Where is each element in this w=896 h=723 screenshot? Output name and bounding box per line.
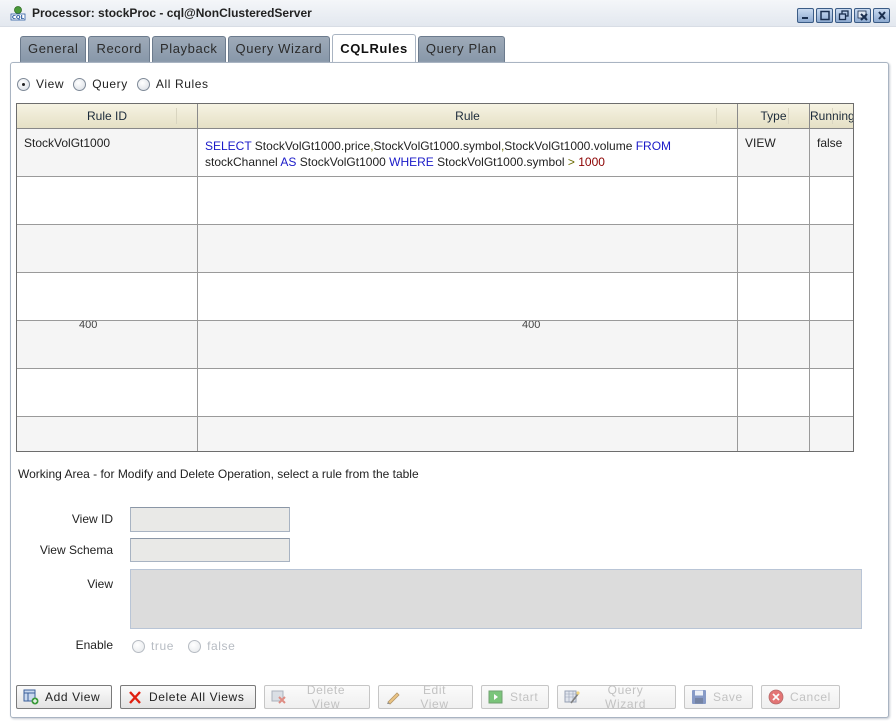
sql-keyword: AS <box>280 155 297 169</box>
cell-running: false <box>817 136 843 150</box>
radio-unchecked-icon <box>188 639 202 653</box>
maximize-button[interactable] <box>816 8 833 23</box>
radio-unchecked-icon <box>132 639 145 653</box>
radio-query-label: Query <box>92 77 128 91</box>
delete-all-icon <box>127 689 143 705</box>
radio-checked-icon <box>17 77 30 91</box>
close-icon <box>878 11 886 20</box>
sql-token: StockVolGt1000.price <box>251 139 371 153</box>
tab-bar: General Record Playback Query Wizard CQL… <box>20 34 507 62</box>
add-view-button[interactable]: Add View <box>16 685 112 709</box>
title-bar: CQL Processor: stockProc - cql@NonCluste… <box>0 0 896 27</box>
view-textarea[interactable] <box>130 569 862 629</box>
pencil-icon <box>385 689 401 705</box>
cell-rule-id: StockVolGt1000 <box>17 129 198 176</box>
tab-playback[interactable]: Playback <box>151 36 226 62</box>
radio-all-rules[interactable]: All Rules <box>136 77 209 91</box>
restore-icon <box>838 10 849 21</box>
rule-filter: View Query All Rules <box>17 77 209 91</box>
delete-view-button[interactable]: Delete View <box>264 683 370 711</box>
minimize-icon <box>802 17 808 19</box>
rules-table: Rule ID Rule Type Running StockVolGt1000… <box>16 103 854 452</box>
radio-enable-true[interactable]: true <box>132 639 174 653</box>
enable-label: Enable <box>75 638 113 652</box>
tab-record[interactable]: Record <box>88 36 150 62</box>
table-row-empty[interactable] <box>17 417 853 451</box>
clipped-text: 400 <box>522 321 541 331</box>
cql-icon: CQL <box>10 5 26 21</box>
table-row-empty[interactable] <box>17 225 853 273</box>
enable-radio-group: true false <box>132 639 235 653</box>
tab-cqlrules[interactable]: CQLRules <box>332 34 416 62</box>
restore-button[interactable] <box>835 8 852 23</box>
tab-query-plan[interactable]: Query Plan <box>417 36 505 62</box>
view-schema-label: View Schema <box>39 543 113 557</box>
tab-query-wizard[interactable]: Query Wizard <box>227 36 331 62</box>
query-wizard-icon <box>564 689 580 705</box>
radio-view-label: View <box>36 77 65 91</box>
cell-rule: SELECT StockVolGt1000.price,StockVolGt10… <box>198 129 738 176</box>
cancel-icon <box>768 689 784 705</box>
close-all-icon <box>857 10 868 21</box>
cell-type: VIEW <box>738 129 810 176</box>
table-row-empty[interactable] <box>17 369 853 417</box>
sql-token: 1000 <box>574 155 605 169</box>
sql-token: StockVolGt1000.symbol <box>433 155 568 169</box>
sql-token: > <box>567 155 575 169</box>
table-row[interactable]: StockVolGt1000 SELECT StockVolGt1000.pri… <box>17 129 853 177</box>
start-button[interactable]: Start <box>481 685 549 709</box>
cancel-button[interactable]: Cancel <box>761 685 840 709</box>
sql-keyword: WHERE <box>389 155 434 169</box>
radio-unchecked-icon <box>73 77 87 91</box>
radio-enable-false[interactable]: false <box>188 639 235 653</box>
sql-keyword: SELECT <box>205 139 252 153</box>
sql-token: StockVolGt1000.symbol <box>373 139 501 153</box>
table-row-empty[interactable]: 400 400 <box>17 321 853 369</box>
sql-token: stockChannel <box>205 155 281 169</box>
query-wizard-button[interactable]: Query Wizard <box>557 683 676 711</box>
clipped-text: 400 <box>79 321 98 331</box>
save-button[interactable]: Save <box>684 685 753 709</box>
radio-true-label: true <box>151 639 175 653</box>
table-row-empty[interactable] <box>17 273 853 321</box>
close-button[interactable] <box>873 8 890 23</box>
radio-false-label: false <box>207 639 236 653</box>
minimize-button[interactable] <box>797 8 814 23</box>
edit-view-button[interactable]: Edit View <box>378 683 473 711</box>
action-buttons: Add View Delete All Views Delete View Ed… <box>16 683 840 711</box>
play-icon <box>488 689 504 705</box>
close-all-button[interactable] <box>854 8 871 23</box>
sql-token: StockVolGt1000 <box>296 155 390 169</box>
delete-all-views-button[interactable]: Delete All Views <box>120 685 256 709</box>
sql-keyword: FROM <box>635 139 672 153</box>
column-header-running[interactable]: Running <box>810 104 853 128</box>
tab-general[interactable]: General <box>20 36 87 62</box>
column-header-rule-id[interactable]: Rule ID <box>17 104 198 128</box>
view-schema-field[interactable] <box>130 538 290 562</box>
add-view-icon <box>23 689 39 705</box>
radio-view[interactable]: View <box>17 77 64 91</box>
view-id-label: View ID <box>71 512 113 526</box>
delete-view-icon <box>271 689 287 705</box>
save-icon <box>691 689 707 705</box>
working-area-label: Working Area - for Modify and Delete Ope… <box>18 467 419 481</box>
sql-token: StockVolGt1000.volume <box>504 139 636 153</box>
view-id-field[interactable] <box>130 507 290 532</box>
view-label: View <box>87 577 113 591</box>
svg-text:CQL: CQL <box>12 15 25 21</box>
table-header: Rule ID Rule Type Running <box>17 104 853 129</box>
radio-all-rules-label: All Rules <box>155 77 209 91</box>
window-title: Processor: stockProc - cql@NonClusteredS… <box>32 6 312 20</box>
column-header-type[interactable]: Type <box>738 104 810 128</box>
radio-unchecked-icon <box>136 77 150 91</box>
radio-query[interactable]: Query <box>73 77 128 91</box>
column-header-rule[interactable]: Rule <box>198 104 738 128</box>
table-row-empty[interactable] <box>17 177 853 225</box>
maximize-icon <box>820 10 830 21</box>
